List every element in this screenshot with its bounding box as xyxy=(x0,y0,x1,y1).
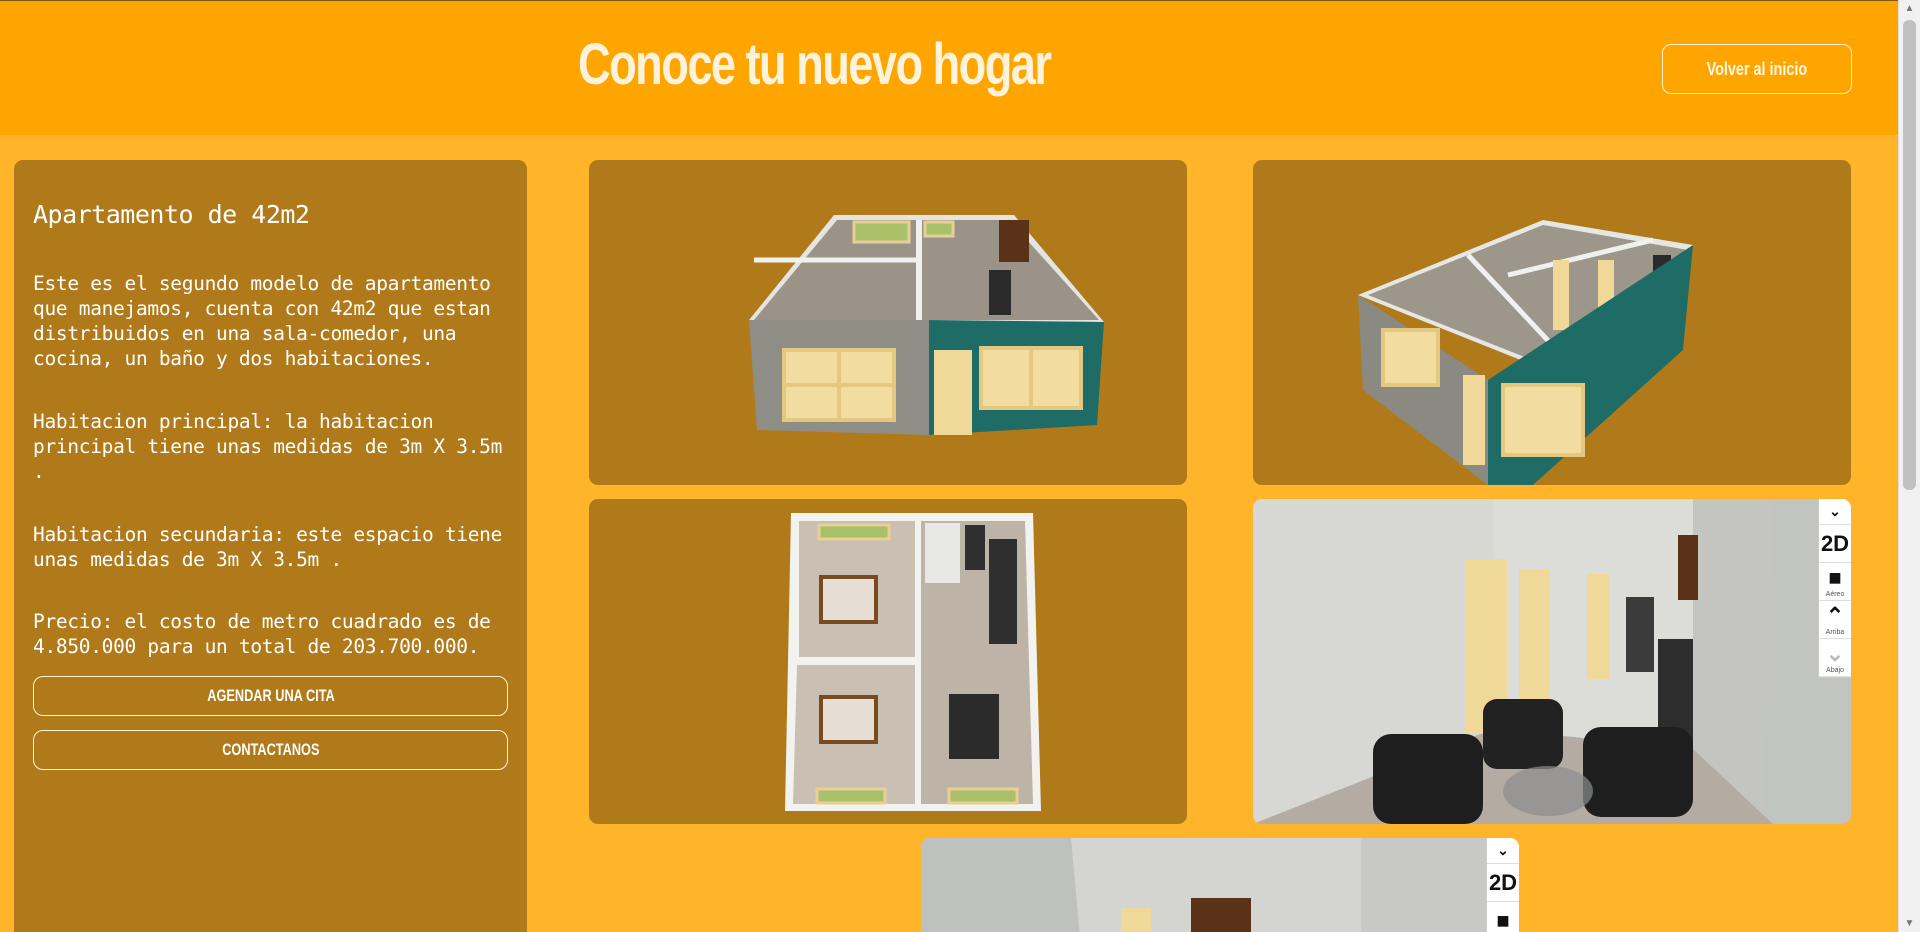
move-down-button[interactable]: ⌄ Abajo xyxy=(1819,639,1851,677)
schedule-appointment-button[interactable]: AGENDAR UNA CITA xyxy=(33,676,508,716)
apartment-title: Apartamento de 42m2 xyxy=(33,200,310,229)
apartment-description: Este es el segundo modelo de apartamento… xyxy=(33,272,491,370)
contact-label: CONTACTANOS xyxy=(221,740,320,759)
apartment-render-side xyxy=(1253,160,1851,485)
scroll-up-arrow-icon[interactable]: ▲ xyxy=(1899,0,1920,17)
render-side-image xyxy=(1358,220,1693,485)
back-home-label: Volver al inicio xyxy=(1706,58,1808,79)
interior-view-image-2 xyxy=(921,838,1361,932)
view-2d-button[interactable]: 2D xyxy=(1819,525,1851,563)
apartment-info-panel: Apartamento de 42m2 Este es el segundo m… xyxy=(14,160,527,932)
interior-3d-viewer-2[interactable]: ⌄ 2D ■ xyxy=(921,838,1519,932)
contact-button[interactable]: CONTACTANOS xyxy=(33,730,508,770)
chevron-down-icon[interactable]: ⌄ xyxy=(1819,499,1851,525)
move-up-button[interactable]: ⌃ Arriba xyxy=(1819,601,1851,639)
viewer-controls: ⌄ 2D ■ Aéreo ⌃ Arriba ⌄ Abajo xyxy=(1818,499,1851,678)
move-down-label: Abajo xyxy=(1826,667,1844,674)
aerial-camera-button[interactable]: ■ Aéreo xyxy=(1819,563,1851,601)
price-text: Precio: el costo de metro cuadrado es de… xyxy=(33,610,491,658)
main-room-text: Habitacion principal: la habitacion prin… xyxy=(33,410,503,483)
scrollbar-thumb[interactable] xyxy=(1903,20,1916,490)
view-2d-button[interactable]: 2D xyxy=(1487,864,1519,902)
chevron-up-icon: ⌃ xyxy=(1825,603,1845,628)
apartment-floorplan-top xyxy=(589,499,1187,824)
video-camera-icon: ■ xyxy=(1496,907,1510,932)
schedule-label: AGENDAR UNA CITA xyxy=(206,686,335,705)
page-header: Conoce tu nuevo hogar Volver al inicio xyxy=(0,0,1898,135)
chevron-down-icon[interactable]: ⌄ xyxy=(1487,838,1519,864)
page-title: Conoce tu nuevo hogar xyxy=(578,32,1052,97)
move-up-label: Arriba xyxy=(1825,629,1845,636)
aerial-camera-label: Aéreo xyxy=(1825,591,1845,598)
floorplan-image xyxy=(785,513,1041,811)
second-room-text: Habitacion secundaria: este espacio tien… xyxy=(33,523,503,571)
aerial-camera-button[interactable]: ■ xyxy=(1487,902,1519,932)
video-camera-icon: ■ xyxy=(1828,565,1842,590)
page-scrollbar[interactable]: ▲ ▼ xyxy=(1898,0,1920,932)
render-front-image xyxy=(749,215,1104,435)
apartment-render-front xyxy=(589,160,1187,485)
chevron-down-icon: ⌄ xyxy=(1825,641,1845,666)
back-home-button[interactable]: Volver al inicio xyxy=(1662,44,1852,94)
viewer-controls-2: ⌄ 2D ■ xyxy=(1486,838,1519,932)
interior-3d-viewer[interactable]: ⌄ 2D ■ Aéreo ⌃ Arriba ⌄ Abajo xyxy=(1253,499,1851,824)
interior-view-image xyxy=(1253,499,1773,824)
scroll-down-arrow-icon[interactable]: ▼ xyxy=(1899,915,1920,932)
